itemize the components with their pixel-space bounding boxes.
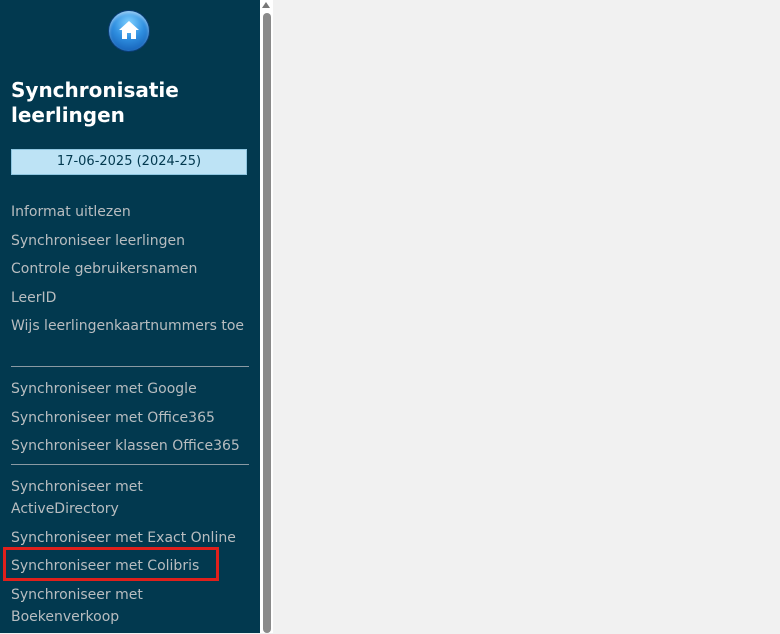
date-selector[interactable]: 17-06-2025 (2024-25): [11, 149, 247, 175]
home-button[interactable]: [109, 11, 149, 51]
menu-divider: [11, 464, 249, 465]
menu-item-leerid[interactable]: LeerID: [11, 287, 249, 309]
menu-item-synchroniseer-leerlingen[interactable]: Synchroniseer leerlingen: [11, 230, 249, 252]
menu-item-boekenverkoop[interactable]: Synchroniseer met Boekenverkoop: [11, 584, 249, 628]
menu-item-exact-online[interactable]: Synchroniseer met Exact Online: [11, 527, 249, 549]
menu-item-activedirectory[interactable]: Synchroniseer met ActiveDirectory: [11, 476, 249, 520]
highlight-box: [3, 547, 219, 581]
menu-group-cloud: Synchroniseer met Google Synchroniseer m…: [11, 378, 249, 464]
menu-item-office365[interactable]: Synchroniseer met Office365: [11, 407, 249, 429]
page-title: Synchronisatie leerlingen: [11, 78, 179, 127]
menu-item-controle-gebruikersnamen[interactable]: Controle gebruikersnamen: [11, 258, 249, 280]
scrollbar[interactable]: [260, 0, 273, 633]
menu-item-klassen-office365[interactable]: Synchroniseer klassen Office365: [11, 435, 249, 457]
scrollbar-thumb[interactable]: [263, 13, 271, 633]
menu-divider: [11, 366, 249, 367]
menu-item-informat-uitlezen[interactable]: Informat uitlezen: [11, 201, 249, 223]
sidebar: Synchronisatie leerlingen 17-06-2025 (20…: [0, 0, 260, 633]
menu-group-informat: Informat uitlezen Synchroniseer leerling…: [11, 201, 249, 344]
menu-item-google[interactable]: Synchroniseer met Google: [11, 378, 249, 400]
content-area: [273, 0, 780, 633]
scroll-up-arrow-icon[interactable]: [262, 2, 270, 8]
home-icon: [119, 21, 139, 39]
menu-item-leerlingenkaartnummers[interactable]: Wijs leerlingenkaartnummers toe: [11, 315, 249, 337]
